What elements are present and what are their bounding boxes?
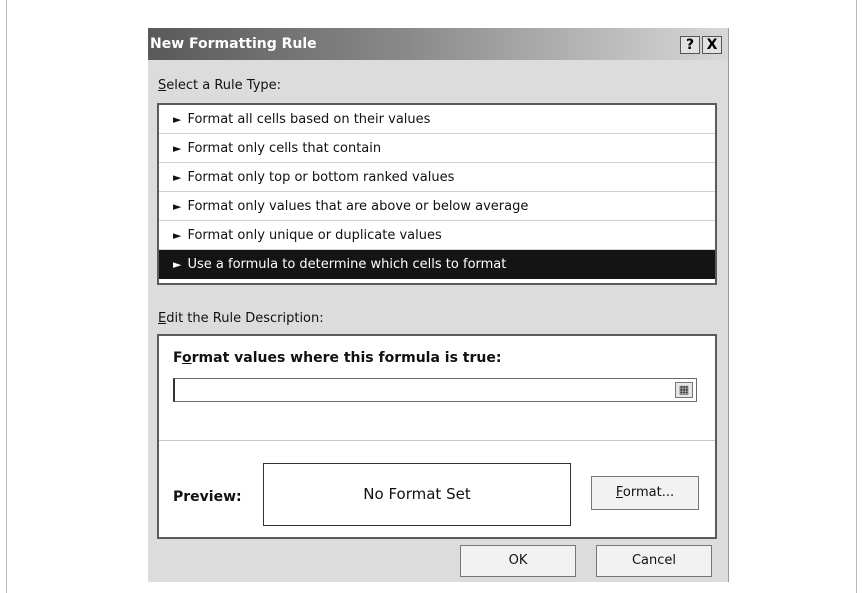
arrow-right-icon: ► [173,113,182,126]
arrow-right-icon: ► [173,171,182,184]
collapse-dialog-icon[interactable]: ▦ [675,382,693,398]
arrow-right-icon: ► [173,229,182,242]
rule-type-label: Select a Rule Type: [158,78,282,93]
rule-type-item-top-bottom[interactable]: ► Format only top or bottom ranked values [159,163,715,192]
formula-input[interactable]: ▦ [173,378,697,402]
arrow-right-icon: ► [173,142,182,155]
rule-type-item-all-cells[interactable]: ► Format all cells based on their values [159,105,715,134]
arrow-right-icon: ► [173,258,182,271]
preview-box: No Format Set [263,463,571,526]
rule-description-label: Edit the Rule Description: [158,311,324,326]
ok-button[interactable]: OK [460,545,576,577]
rule-type-list[interactable]: ► Format all cells based on their values … [157,103,717,285]
rule-type-item-above-below-average[interactable]: ► Format only values that are above or be… [159,192,715,221]
dialog-title: New Formatting Rule [150,36,317,52]
rule-type-item-formula[interactable]: ► Use a formula to determine which cells … [159,250,715,279]
rule-type-item-cells-contain[interactable]: ► Format only cells that contain [159,134,715,163]
preview-label: Preview: [173,489,242,505]
help-button[interactable]: ? [680,36,700,54]
close-button[interactable]: X [702,36,722,54]
arrow-right-icon: ► [173,200,182,213]
divider [159,440,715,441]
rule-description-panel: Format values where this formula is true… [157,334,717,539]
formula-heading: Format values where this formula is true… [173,350,502,366]
cancel-button[interactable]: Cancel [596,545,712,577]
format-button[interactable]: Format... [591,476,699,510]
new-formatting-rule-dialog: New Formatting Rule ? X Select a Rule Ty… [148,28,729,582]
title-bar[interactable]: New Formatting Rule ? X [148,28,728,60]
rule-type-item-unique-duplicate[interactable]: ► Format only unique or duplicate values [159,221,715,250]
